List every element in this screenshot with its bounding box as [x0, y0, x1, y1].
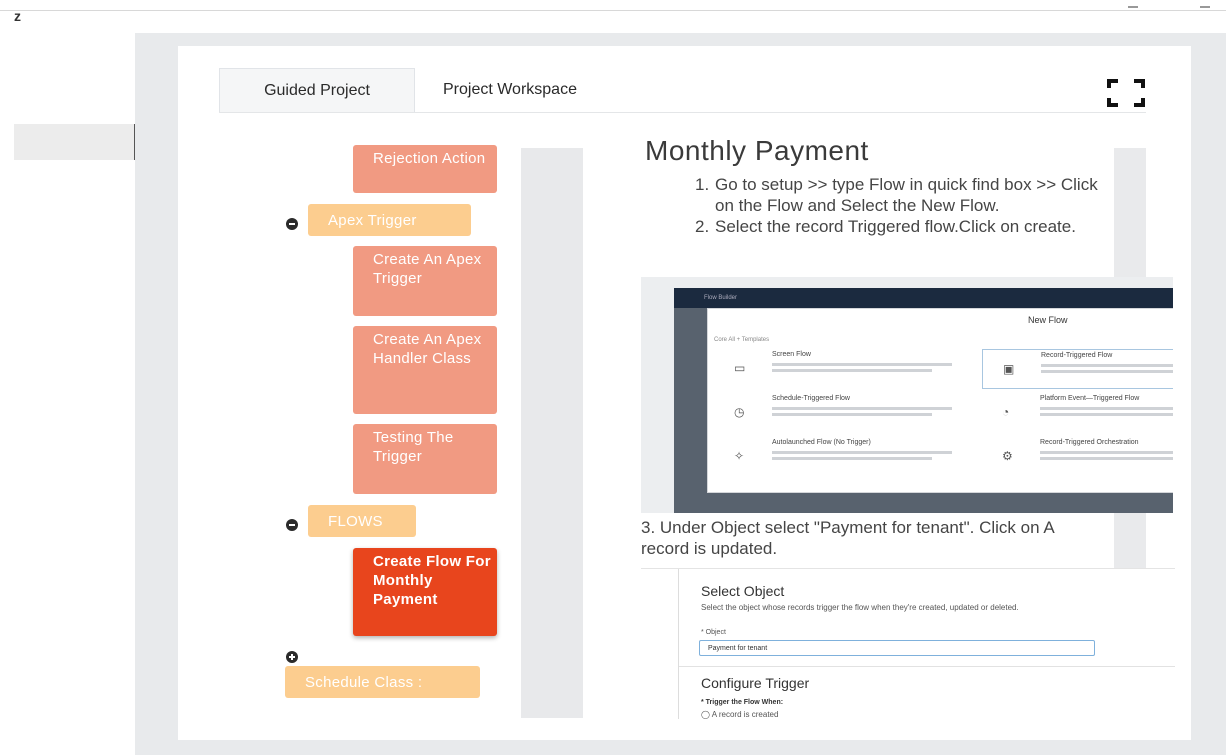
option-title: Autolaunched Flow (No Trigger) [772, 439, 871, 446]
step-text: Go to setup >> type Flow in quick find b… [715, 175, 1098, 215]
fullscreen-expand-icon[interactable] [1106, 78, 1146, 108]
top-dash-icon-2 [1200, 6, 1210, 8]
option-desc [772, 413, 932, 416]
nav-scrollbar[interactable] [521, 148, 583, 718]
page-title: Monthly Payment [645, 135, 869, 166]
tab-project-workspace[interactable]: Project Workspace [443, 68, 577, 112]
option-desc [772, 457, 932, 460]
step-text: Select the record Triggered flow.Click o… [715, 217, 1076, 236]
top-border [0, 10, 1226, 11]
option-title: Schedule-Triggered Flow [772, 395, 850, 402]
configure-trigger-title: Configure Trigger [701, 675, 810, 691]
nav-testing-trigger[interactable]: Testing The Trigger [353, 424, 497, 494]
nav-flows[interactable]: FLOWS [308, 505, 416, 537]
option-title: Record-Triggered Orchestration [1040, 439, 1139, 446]
option-desc [772, 363, 952, 366]
modal-tabs: Core All + Templates [714, 337, 770, 343]
nav-create-apex-trigger[interactable]: Create An Apex Trigger [353, 246, 497, 316]
minus-circle-icon[interactable] [286, 218, 298, 230]
object-field: Payment for tenant [699, 640, 1095, 656]
instruction-list: 1. Go to setup >> type Flow in quick find… [695, 174, 1115, 237]
option-title: Platform Event—Triggered Flow [1040, 395, 1140, 402]
flow-option: ◔ Platform Event—Triggered Flow [982, 393, 1173, 431]
tab-divider [219, 112, 1146, 113]
nav-schedule-class[interactable]: Schedule Class : [285, 666, 480, 698]
flow-builder-header: Flow Builder [674, 288, 1173, 308]
corner-label: z [14, 8, 21, 24]
option-desc [1040, 413, 1173, 416]
option-desc [1040, 451, 1173, 454]
modal-title: New Flow [1028, 315, 1068, 325]
object-label: * Object [701, 629, 726, 636]
option-desc [1040, 407, 1173, 410]
select-object-screenshot: Select Object Select the object whose re… [641, 568, 1175, 719]
orchestration-icon: ⚙ [1002, 449, 1013, 463]
event-icon: ◔ [1002, 405, 1010, 419]
flow-option: ▭ Screen Flow [714, 349, 964, 387]
option-desc [772, 369, 932, 372]
option-title: Record-Triggered Flow [1041, 352, 1113, 359]
instruction-step-3: 3. Under Object select "Payment for tena… [641, 518, 1054, 558]
select-object-description: Select the object whose records trigger … [701, 603, 1019, 612]
trigger-when-label: * Trigger the Flow When: [701, 699, 784, 706]
monitor-icon: ▭ [734, 361, 746, 375]
record-icon: ▣ [1003, 362, 1015, 376]
left-panel-tab[interactable] [14, 124, 137, 160]
option-desc [772, 407, 952, 410]
nav-create-flow-monthly-payment[interactable]: Create Flow For Monthly Payment [353, 548, 497, 636]
new-flow-screenshot: Flow Builder New Flow Core All + Templat… [641, 277, 1173, 513]
flow-option: ◷ Schedule-Triggered Flow [714, 393, 964, 431]
section-divider [679, 666, 1175, 667]
new-flow-modal: New Flow Core All + Templates ▭ Screen Fl… [707, 308, 1173, 493]
instruction-step: 1. Go to setup >> type Flow in quick find… [695, 174, 1115, 216]
instruction-step: 2. Select the record Triggered flow.Click… [695, 216, 1115, 237]
minus-circle-icon[interactable] [286, 519, 298, 531]
app-title: Flow Builder [704, 295, 738, 301]
flow-option-selected: ▣ Record-Triggered Flow [982, 349, 1173, 389]
nav-rejection-action[interactable]: Rejection Action [353, 145, 497, 193]
clock-icon: ◷ [734, 405, 745, 419]
option-desc [772, 451, 952, 454]
flow-option: ✧ Autolaunched Flow (No Trigger) [714, 437, 964, 475]
tab-guided-project[interactable]: Guided Project [219, 68, 415, 113]
nav-create-apex-handler[interactable]: Create An Apex Handler Class [353, 326, 497, 414]
trigger-option: ◯ A record is created [701, 710, 779, 719]
wand-icon: ✧ [734, 449, 745, 463]
step-number: 2. [695, 217, 710, 236]
select-object-title: Select Object [701, 583, 785, 599]
option-desc [1041, 370, 1173, 373]
option-title: Screen Flow [772, 351, 811, 358]
option-desc [1041, 364, 1173, 367]
option-desc [1040, 457, 1173, 460]
screenshot-divider [678, 569, 679, 719]
step-number: 1. [695, 175, 710, 194]
trigger-option-label: A record is created [711, 710, 779, 719]
top-dash-icon [1128, 6, 1138, 8]
plus-circle-icon[interactable] [286, 651, 298, 663]
nav-apex-trigger[interactable]: Apex Trigger [308, 204, 471, 236]
flow-option: ⚙ Record-Triggered Orchestration [982, 437, 1173, 475]
